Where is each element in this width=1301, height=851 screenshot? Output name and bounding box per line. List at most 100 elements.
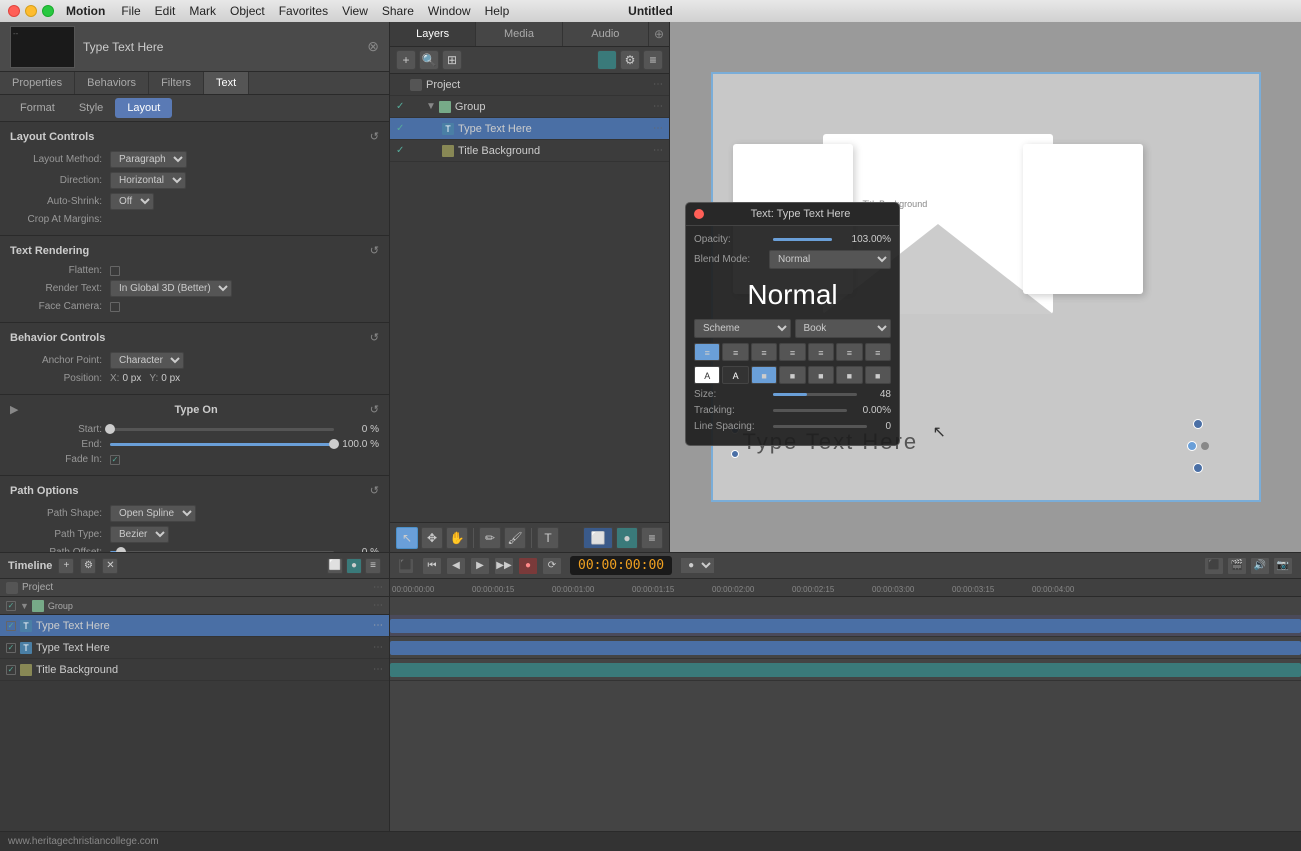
tl-view-btn3[interactable]: ≡	[365, 558, 381, 574]
path-type-dropdown[interactable]: Bezier	[110, 526, 169, 543]
group-options[interactable]: ⋯	[653, 101, 663, 112]
fp-blend-dropdown[interactable]: Normal	[769, 250, 891, 269]
handle-small[interactable]	[1201, 442, 1209, 450]
menu-window[interactable]: Window	[422, 4, 477, 18]
view-type-btn2[interactable]: 🎬	[1227, 557, 1247, 575]
tab-properties[interactable]: Properties	[0, 72, 75, 94]
tl-title-bg-check[interactable]	[6, 665, 16, 675]
fp-color-btn5[interactable]: ■	[808, 366, 834, 384]
menu-help[interactable]: Help	[479, 4, 516, 18]
transport-record[interactable]: ●	[518, 557, 538, 575]
menu-edit[interactable]: Edit	[149, 4, 182, 18]
end-slider[interactable]	[110, 443, 334, 446]
start-slider[interactable]	[110, 428, 334, 431]
layer-group[interactable]: ✓ ▼ Group ⋯	[390, 96, 669, 118]
transport-prev-frame[interactable]: ⏮	[422, 557, 442, 575]
tab-media[interactable]: Media	[476, 22, 562, 46]
panel-expand-button[interactable]: ⊗	[367, 38, 379, 55]
group-collapse[interactable]: ▼	[426, 101, 436, 112]
tab-behaviors[interactable]: Behaviors	[75, 72, 149, 94]
hand-tool[interactable]: ✋	[446, 527, 468, 549]
tl-group-expand[interactable]: ▼	[20, 601, 29, 611]
fp-align-btn5[interactable]: ≡	[808, 343, 834, 361]
tl-type-text-options[interactable]: ⋯	[373, 620, 383, 631]
fp-color-btn2[interactable]: A	[722, 366, 748, 384]
tl-view-btn2[interactable]: ●	[346, 558, 362, 574]
app-name[interactable]: Motion	[66, 4, 105, 18]
grid-view-button[interactable]: ⊞	[442, 50, 462, 70]
fp-size-slider[interactable]	[773, 393, 857, 396]
timecode-format-dropdown[interactable]: ●	[680, 557, 715, 574]
fp-color-btn3[interactable]: ■	[751, 366, 777, 384]
render-text-dropdown[interactable]: In Global 3D (Better)	[110, 280, 232, 297]
tab-audio[interactable]: Audio	[563, 22, 649, 46]
type-text-options[interactable]: ⋯	[653, 123, 663, 134]
transform-tool[interactable]: ✥	[421, 527, 443, 549]
type-on-reset[interactable]: ↺	[370, 403, 379, 416]
tl-title-bg-track[interactable]: Title Background ⋯	[0, 659, 389, 681]
type-text-bar[interactable]	[390, 619, 1301, 633]
tl-type-text-track2[interactable]: T Type Text Here ⋯	[0, 637, 389, 659]
type-on-expand[interactable]: ▶	[10, 403, 18, 416]
menu-file[interactable]: File	[115, 4, 146, 18]
fp-color-btn4[interactable]: ■	[779, 366, 805, 384]
fp-book-dropdown[interactable]: Book	[795, 319, 892, 338]
project-options[interactable]: ⋯	[653, 79, 663, 90]
maximize-button[interactable]	[42, 5, 54, 17]
sub-tab-style[interactable]: Style	[67, 98, 115, 118]
path-options-reset[interactable]: ↺	[370, 484, 379, 497]
tl-add-button[interactable]: +	[58, 558, 74, 574]
behavior-controls-reset[interactable]: ↺	[370, 331, 379, 344]
fp-align-btn1[interactable]: ≡	[694, 343, 720, 361]
layer-title-bg[interactable]: ✓ Title Background ⋯	[390, 140, 669, 162]
handle-br[interactable]	[1193, 463, 1203, 473]
menu-favorites[interactable]: Favorites	[273, 4, 334, 18]
view-type-btn1[interactable]: ⬛	[1204, 557, 1224, 575]
view-btn2[interactable]: ●	[616, 527, 638, 549]
fp-line-spacing-slider[interactable]	[773, 425, 867, 428]
fp-color-btn6[interactable]: ■	[836, 366, 862, 384]
fp-align-btn7[interactable]: ≡	[865, 343, 891, 361]
sub-tab-format[interactable]: Format	[8, 98, 67, 118]
menu-mark[interactable]: Mark	[183, 4, 222, 18]
transport-loop[interactable]: ⟳	[542, 557, 562, 575]
layer-options-button[interactable]: ⚙	[620, 50, 640, 70]
view-type-btn4[interactable]: 📷	[1273, 557, 1293, 575]
face-camera-checkbox[interactable]	[110, 302, 120, 312]
tl-view-btn1[interactable]: ⬜	[327, 558, 343, 574]
handle-tr[interactable]	[1193, 419, 1203, 429]
sub-tab-layout[interactable]: Layout	[115, 98, 172, 118]
path-shape-dropdown[interactable]: Open Spline	[110, 505, 196, 522]
select-tool[interactable]: ↖	[396, 527, 418, 549]
paint-tool[interactable]: 🖌	[504, 527, 526, 549]
floating-close-button[interactable]	[694, 209, 704, 219]
handle-mid[interactable]	[1187, 441, 1197, 451]
minimize-button[interactable]	[25, 5, 37, 17]
menu-object[interactable]: Object	[224, 4, 271, 18]
text-tool[interactable]: T	[537, 527, 559, 549]
view-btn3[interactable]: ≡	[641, 527, 663, 549]
path-offset-slider[interactable]	[110, 551, 334, 552]
direction-dropdown[interactable]: Horizontal	[110, 172, 186, 189]
fp-scheme-dropdown[interactable]: Scheme	[694, 319, 791, 338]
menu-view[interactable]: View	[336, 4, 374, 18]
fp-color-btn7[interactable]: ■	[865, 366, 891, 384]
search-layer-button[interactable]: 🔍	[419, 50, 439, 70]
timeline-nav-icon[interactable]: ⬛	[398, 558, 414, 574]
tl-group-check[interactable]	[6, 601, 16, 611]
tl-project-options[interactable]: ⋯	[373, 582, 383, 593]
tab-layers[interactable]: Layers	[390, 22, 476, 46]
tl-group-options[interactable]: ⋯	[373, 600, 383, 611]
floating-panel-header[interactable]: Text: Type Text Here	[686, 203, 899, 226]
tab-text[interactable]: Text	[204, 72, 249, 94]
flatten-checkbox[interactable]	[110, 266, 120, 276]
anchor-point-dropdown[interactable]: Character	[110, 352, 184, 369]
layer-type-text[interactable]: ✓ T Type Text Here ⋯	[390, 118, 669, 140]
menu-share[interactable]: Share	[376, 4, 420, 18]
fade-in-checkbox[interactable]	[110, 455, 120, 465]
layout-controls-reset[interactable]: ↺	[370, 130, 379, 143]
tl-type-text2-options[interactable]: ⋯	[373, 642, 383, 653]
tab-filters[interactable]: Filters	[149, 72, 204, 94]
tl-title-bg-options[interactable]: ⋯	[373, 664, 383, 675]
fp-align-btn3[interactable]: ≡	[751, 343, 777, 361]
